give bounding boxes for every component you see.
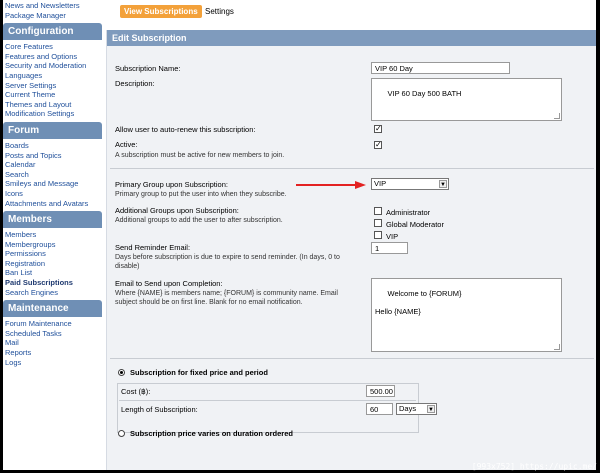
auto-renew-label: Allow user to auto-renew this subscripti… [115,125,256,134]
length-input[interactable]: 60 [366,403,393,415]
divider [110,168,594,169]
sidebar-item-smileys[interactable]: Smileys and Message [3,179,102,189]
email-text: Welcome to {FORUM} Hello {NAME} [375,289,462,316]
active-label: Active: [115,140,138,149]
edit-subscription-panel: Edit Subscription Subscription Name: VIP… [106,30,596,470]
sidebar: News and Newsletters Package Manager Con… [3,0,102,470]
sidebar-item-mail[interactable]: Mail [3,338,102,348]
sidebar-item-members[interactable]: Members [3,230,102,240]
sidebar-item-reports[interactable]: Reports [3,348,102,358]
length-unit-select[interactable]: Days ▼ [396,403,437,415]
reminder-hint: Days before subscription is due to expir… [115,254,340,270]
admin-frame: News and Newsletters Package Manager Con… [3,0,596,470]
sidebar-item-attachments[interactable]: Attachments and Avatars [3,199,102,209]
auto-renew-checkbox[interactable]: ✓ [374,125,382,133]
group-label-vip: VIP [386,232,399,241]
chevron-down-icon[interactable]: ▼ [427,405,435,413]
sidebar-item-boards[interactable]: Boards [3,141,102,151]
chevron-down-icon[interactable]: ▼ [439,180,447,188]
subscription-name-input[interactable]: VIP 60 Day [371,62,510,74]
primary-group-hint: Primary group to put the user into when … [115,191,287,198]
sidebar-item-membergroups[interactable]: Membergroups [3,240,102,250]
sidebar-item-news[interactable]: News and Newsletters [3,1,102,11]
sidebar-heading-configuration: Configuration [3,23,102,41]
tab-settings[interactable]: Settings [205,7,234,16]
divider [110,358,594,359]
sidebar-item-calendar[interactable]: Calendar [3,160,102,170]
varies-price-label: Subscription price varies on duration or… [130,429,293,438]
description-label: Description: [115,79,155,88]
sidebar-item-logs[interactable]: Logs [3,358,102,368]
sidebar-item-search-engines[interactable]: Search Engines [3,288,102,298]
group-checkbox-vip[interactable] [374,231,382,239]
fixed-price-label: Subscription for fixed price and period [130,368,268,377]
sidebar-heading-forum: Forum [3,121,102,139]
sidebar-item-posts-topics[interactable]: Posts and Topics [3,151,102,161]
watermark: [993x752] https://upic.me/ [471,462,597,471]
sidebar-item-server-settings[interactable]: Server Settings [3,81,102,91]
sidebar-item-registration[interactable]: Registration [3,259,102,269]
length-label: Length of Subscription: [121,405,198,414]
subscription-name-label: Subscription Name: [115,64,181,73]
sidebar-item-paid-subscriptions[interactable]: Paid Subscriptions [3,278,102,288]
active-hint: A subscription must be active for new me… [115,152,285,159]
sidebar-heading-members: Members [3,211,102,229]
sidebar-item-scheduled-tasks[interactable]: Scheduled Tasks [3,329,102,339]
reminder-label: Send Reminder Email: [115,243,191,252]
fixed-price-radio[interactable] [118,369,125,376]
sidebar-item-themes-layout[interactable]: Themes and Layout [3,100,102,110]
group-label-global-moderator: Global Moderator [386,220,444,229]
description-textarea[interactable]: VIP 60 Day 500 BATH [371,78,562,121]
sidebar-item-current-theme[interactable]: Current Theme [3,90,102,100]
length-unit-value: Days [399,404,417,413]
panel-title: Edit Subscription [107,30,596,46]
group-checkbox-global-moderator[interactable] [374,219,382,227]
sidebar-item-languages[interactable]: Languages [3,71,102,81]
sidebar-item-package-manager[interactable]: Package Manager [3,11,102,21]
red-arrow-icon [296,181,366,189]
sidebar-item-security[interactable]: Security and Moderation [3,61,102,71]
email-textarea[interactable]: Welcome to {FORUM} Hello {NAME} [371,278,562,352]
additional-groups-hint: Additional groups to add the user to aft… [115,217,283,224]
group-checkbox-administrator[interactable] [374,207,382,215]
sidebar-heading-maintenance: Maintenance [3,300,102,318]
sidebar-item-ban-list[interactable]: Ban List [3,268,102,278]
sidebar-item-permissions[interactable]: Permissions [3,249,102,259]
resize-handle-icon[interactable] [554,113,560,119]
sidebar-item-core-features[interactable]: Core Features [3,42,102,52]
sidebar-item-search[interactable]: Search [3,170,102,180]
cost-input[interactable]: 500.00 [366,385,395,397]
primary-group-select[interactable]: VIP ▼ [371,178,449,190]
sidebar-item-icons[interactable]: Icons [3,189,102,199]
fixed-price-options: Cost (฿): 500.00 Length of Subscription:… [117,383,437,433]
sidebar-item-features-options[interactable]: Features and Options [3,52,102,62]
resize-handle-icon[interactable] [554,344,560,350]
varies-price-radio[interactable] [118,430,125,437]
email-hint: Where {NAME} is members name; {FORUM} is… [115,290,338,306]
email-label: Email to Send upon Completion: [115,279,223,288]
cost-label: Cost (฿): [121,387,151,396]
sidebar-item-modification-settings[interactable]: Modification Settings [3,109,102,119]
primary-group-label: Primary Group upon Subscription: [115,180,228,189]
description-text: VIP 60 Day 500 BATH [387,89,462,98]
sidebar-item-forum-maintenance[interactable]: Forum Maintenance [3,319,102,329]
group-label-administrator: Administrator [386,208,431,217]
active-checkbox[interactable]: ✓ [374,141,382,149]
tab-view-subscriptions[interactable]: View Subscriptions [120,5,202,18]
primary-group-value: VIP [374,179,387,188]
additional-groups-label: Additional Groups upon Subscription: [115,206,239,215]
reminder-days-input[interactable]: 1 [371,242,408,254]
divider [119,400,416,401]
